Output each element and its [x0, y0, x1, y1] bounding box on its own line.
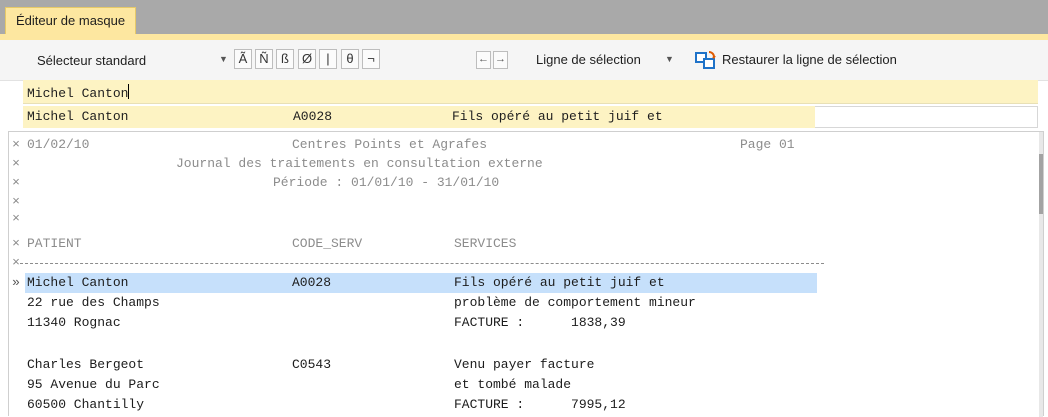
preview-service: Fils opéré au petit juif et: [452, 109, 663, 124]
arrow-left-icon[interactable]: ←: [476, 51, 491, 69]
preview-name: Michel Canton: [27, 109, 129, 124]
report-journal-title: Journal des traitements en consultation …: [176, 156, 543, 171]
ligne-de-selection-dropdown[interactable]: Ligne de sélection: [536, 52, 641, 67]
mask-input-value: Michel Canton: [27, 86, 129, 101]
toolbar: Sélecteur standard ▼ Ã Ñ ß Ø | θ ¬ ← → L…: [0, 40, 1048, 81]
report-header-line: × Journal des traitements en consultatio…: [9, 154, 1043, 174]
selection-highlight: [25, 273, 817, 293]
mask-input-line[interactable]: Michel Canton: [23, 80, 1038, 104]
record-invoice: FACTURE : 7995,12: [454, 397, 626, 412]
column-header-services: SERVICES: [454, 236, 517, 251]
insert-o-slash-button[interactable]: Ø: [298, 49, 316, 69]
report-column-headers: × PATIENT CODE_SERV SERVICES: [9, 234, 1043, 254]
restore-icon: [695, 51, 716, 69]
report-date: 01/02/10: [27, 137, 90, 152]
column-header-patient: PATIENT: [27, 236, 82, 251]
record-code: A0028: [292, 275, 332, 290]
table-row[interactable]: 11340 Rognac FACTURE : 1838,39: [9, 313, 1043, 333]
insert-not-sign-button[interactable]: ¬: [362, 49, 380, 69]
preview-code: A0028: [293, 109, 333, 124]
column-header-code: CODE_SERV: [292, 236, 363, 251]
restore-label: Restaurer la ligne de sélection: [722, 52, 897, 67]
selection-line-preview: Michel Canton A0028 Fils opéré au petit …: [23, 106, 815, 128]
report-header-line: × 01/02/10 Centres Points et Agrafes Pag…: [9, 135, 1043, 155]
table-row[interactable]: 95 Avenue du Parc et tombé malade: [9, 375, 1043, 395]
selector-dropdown[interactable]: Sélecteur standard ▼: [30, 48, 230, 72]
excluded-line-icon[interactable]: ×: [9, 211, 23, 227]
insert-n-tilde-button[interactable]: Ñ: [255, 49, 273, 69]
table-row-selected[interactable]: » Michel Canton A0028 Fils opéré au peti…: [9, 273, 1043, 293]
report-company: Centres Points et Agrafes: [292, 137, 488, 152]
record-invoice: FACTURE : 1838,39: [454, 315, 626, 330]
chevron-down-icon: ▼: [219, 54, 228, 64]
excluded-line-icon[interactable]: ×: [9, 137, 23, 153]
report-page: Page 01: [740, 137, 795, 152]
report-periode: Période : 01/01/10 - 31/01/10: [273, 175, 500, 190]
record-service: problème de comportement mineur: [454, 295, 696, 310]
dashed-separator: [20, 263, 824, 264]
record-service: Fils opéré au petit juif et: [454, 275, 665, 290]
insert-a-tilde-button[interactable]: Ã: [234, 49, 252, 69]
table-row[interactable]: 60500 Chantilly FACTURE : 7995,12: [9, 395, 1043, 415]
record-patient-name: Charles Bergeot: [27, 357, 145, 372]
insert-theta-button[interactable]: θ: [341, 49, 359, 69]
mask-input-text: Michel Canton: [27, 84, 130, 101]
record-patient-name: Michel Canton: [27, 275, 129, 290]
record-service: Venu payer facture: [454, 357, 595, 372]
excluded-line-icon[interactable]: ×: [9, 156, 23, 172]
record-address: 95 Avenue du Parc: [27, 377, 160, 392]
excluded-line-icon[interactable]: ×: [9, 175, 23, 191]
text-caret: [128, 84, 130, 99]
tab-strip: Éditeur de masque: [0, 0, 1048, 34]
selected-row-chevron-icon: »: [12, 275, 20, 290]
tab-editeur-de-masque[interactable]: Éditeur de masque: [5, 7, 137, 34]
preview-line-empty: [815, 106, 1038, 128]
excluded-line-icon[interactable]: ×: [9, 194, 23, 210]
table-row[interactable]: Charles Bergeot C0543 Venu payer facture: [9, 355, 1043, 375]
record-city: 60500 Chantilly: [27, 397, 145, 412]
table-row[interactable]: 22 rue des Champs problème de comporteme…: [9, 293, 1043, 313]
excluded-line-icon[interactable]: ×: [9, 236, 23, 252]
report-separator-line: ×: [9, 253, 1043, 273]
record-code: C0543: [292, 357, 332, 372]
arrow-right-icon[interactable]: →: [493, 51, 508, 69]
insert-pipe-button[interactable]: |: [319, 49, 337, 69]
record-city: 11340 Rognac: [27, 315, 121, 330]
selector-label: Sélecteur standard: [37, 53, 147, 68]
chevron-down-icon: ▼: [665, 54, 674, 64]
insert-eszett-button[interactable]: ß: [276, 49, 294, 69]
report-document[interactable]: × 01/02/10 Centres Points et Agrafes Pag…: [8, 131, 1044, 417]
report-blank-line: ×: [9, 209, 1043, 229]
record-service: et tombé malade: [454, 377, 572, 392]
record-address: 22 rue des Champs: [27, 295, 160, 310]
report-header-line: × Période : 01/01/10 - 31/01/10: [9, 173, 1043, 193]
